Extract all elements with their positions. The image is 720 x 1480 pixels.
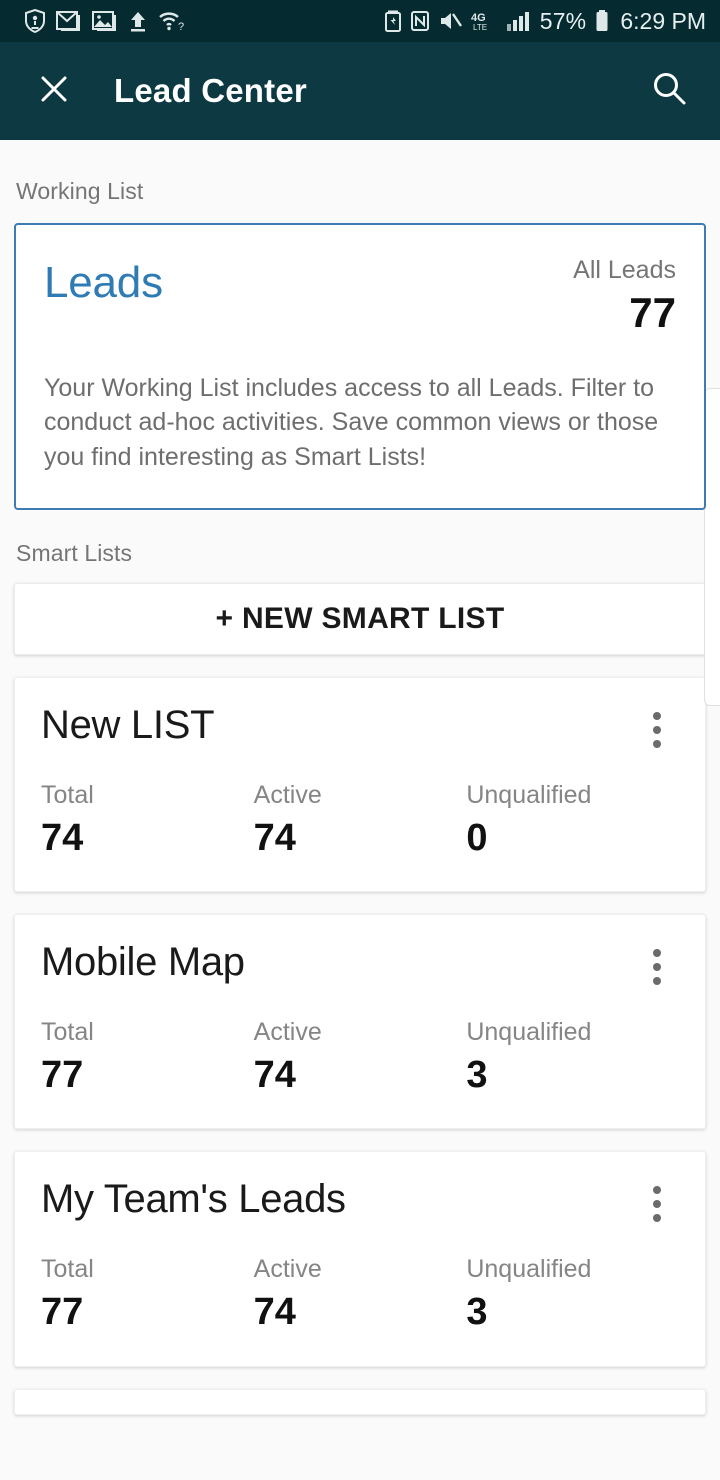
smart-list-card-header: My Team's Leads <box>41 1178 679 1226</box>
stat-unqualified-value: 0 <box>466 816 488 859</box>
search-button[interactable] <box>642 63 698 119</box>
stat-active-value: 74 <box>253 816 296 859</box>
close-button[interactable] <box>26 63 82 119</box>
working-list-metric-value: 77 <box>629 288 676 336</box>
smart-list-stats: Total 77 Active 74 Unqualified 3 <box>41 1019 679 1098</box>
battery-saver-icon <box>384 9 402 33</box>
volume-off-icon <box>438 9 462 33</box>
stat-unqualified: Unqualified 3 <box>466 1019 679 1098</box>
smart-list-card[interactable]: My Team's Leads Total 77 Active 74 Unqua… <box>14 1151 706 1367</box>
working-list-description: Your Working List includes access to all… <box>44 373 659 471</box>
smart-list-card-partial[interactable] <box>14 1388 706 1415</box>
status-bar-clock: 6:29 PM <box>620 7 706 34</box>
gmail-icon <box>56 9 82 33</box>
working-list-metric-label: All Leads <box>573 256 676 284</box>
stat-total-value: 74 <box>41 816 84 859</box>
kebab-menu-icon[interactable] <box>635 1182 679 1226</box>
status-bar-left-icons: ? <box>14 9 186 33</box>
stat-active-value: 74 <box>253 1053 296 1096</box>
network-type-icon: 4G LTE <box>470 9 498 33</box>
stat-active-label: Active <box>253 1255 322 1284</box>
stat-unqualified-label: Unqualified <box>466 1018 592 1047</box>
offscreen-peek-card[interactable] <box>704 388 720 706</box>
stat-total-label: Total <box>41 1255 94 1284</box>
new-smart-list-button[interactable]: + NEW SMART LIST <box>14 583 706 656</box>
stat-unqualified-label: Unqualified <box>466 781 592 810</box>
shield-icon <box>24 9 46 33</box>
new-smart-list-label: + NEW SMART LIST <box>215 602 505 636</box>
stat-active: Active 74 <box>254 1256 467 1335</box>
page-title: Lead Center <box>114 72 307 109</box>
status-bar: ? 4G LTE 57% 6:29 PM <box>0 0 720 42</box>
svg-text:LTE: LTE <box>473 23 487 32</box>
upload-icon <box>128 9 148 33</box>
status-bar-right-icons: 4G LTE 57% 6:29 PM <box>384 8 706 35</box>
smart-list-name: My Team's Leads <box>41 1177 346 1222</box>
smart-list-stats: Total 74 Active 74 Unqualified 0 <box>41 782 679 861</box>
smart-list-card[interactable]: Mobile Map Total 77 Active 74 Unqualifie… <box>14 914 706 1130</box>
stat-unqualified-value: 3 <box>466 1053 488 1096</box>
smart-list-card[interactable]: New LIST Total 74 Active 74 Unqualified … <box>14 677 706 893</box>
working-list-metric: All Leads 77 <box>573 256 676 337</box>
smart-list-card-header: Mobile Map <box>41 941 679 989</box>
smart-list-name: New LIST <box>41 703 215 748</box>
section-label-working-list: Working List <box>16 178 144 204</box>
stat-total-label: Total <box>41 781 94 810</box>
smart-list-stats: Total 77 Active 74 Unqualified 3 <box>41 1256 679 1335</box>
stat-total: Total 77 <box>41 1256 254 1335</box>
working-list-card[interactable]: Leads All Leads 77 Your Working List inc… <box>14 223 706 511</box>
stat-active-label: Active <box>253 1018 322 1047</box>
stat-unqualified-label: Unqualified <box>466 1255 592 1284</box>
section-label-smart-lists: Smart Lists <box>16 540 133 567</box>
app-bar: Lead Center <box>0 42 720 140</box>
stat-unqualified-value: 3 <box>466 1290 488 1333</box>
battery-percent-label: 57% <box>539 7 587 34</box>
stat-total-value: 77 <box>41 1053 84 1096</box>
kebab-menu-icon[interactable] <box>635 708 679 752</box>
nfc-icon <box>410 9 430 33</box>
kebab-menu-icon[interactable] <box>635 945 679 989</box>
search-icon <box>649 68 691 115</box>
smart-list-card-header: New LIST <box>41 704 679 752</box>
stat-total-value: 77 <box>41 1290 84 1333</box>
stat-active-label: Active <box>253 781 322 810</box>
lead-center-content: Working List Leads All Leads 77 Your Wor… <box>0 140 720 1480</box>
stat-unqualified: Unqualified 3 <box>466 1256 679 1335</box>
signal-bars-icon <box>506 9 532 33</box>
stat-unqualified: Unqualified 0 <box>466 782 679 861</box>
working-list-title: Leads <box>44 258 163 307</box>
stat-active: Active 74 <box>254 782 467 861</box>
stat-active-value: 74 <box>253 1290 296 1333</box>
stat-total: Total 74 <box>41 782 254 861</box>
stat-active: Active 74 <box>254 1019 467 1098</box>
battery-icon <box>594 9 610 33</box>
close-icon <box>34 69 74 114</box>
wifi-question-icon: ? <box>158 9 186 33</box>
svg-text:?: ? <box>178 21 184 33</box>
stat-total-label: Total <box>41 1018 94 1047</box>
working-list-card-header: Leads All Leads 77 <box>44 256 676 337</box>
photo-icon <box>92 9 118 33</box>
smart-list-name: Mobile Map <box>41 940 245 985</box>
stat-total: Total 77 <box>41 1019 254 1098</box>
